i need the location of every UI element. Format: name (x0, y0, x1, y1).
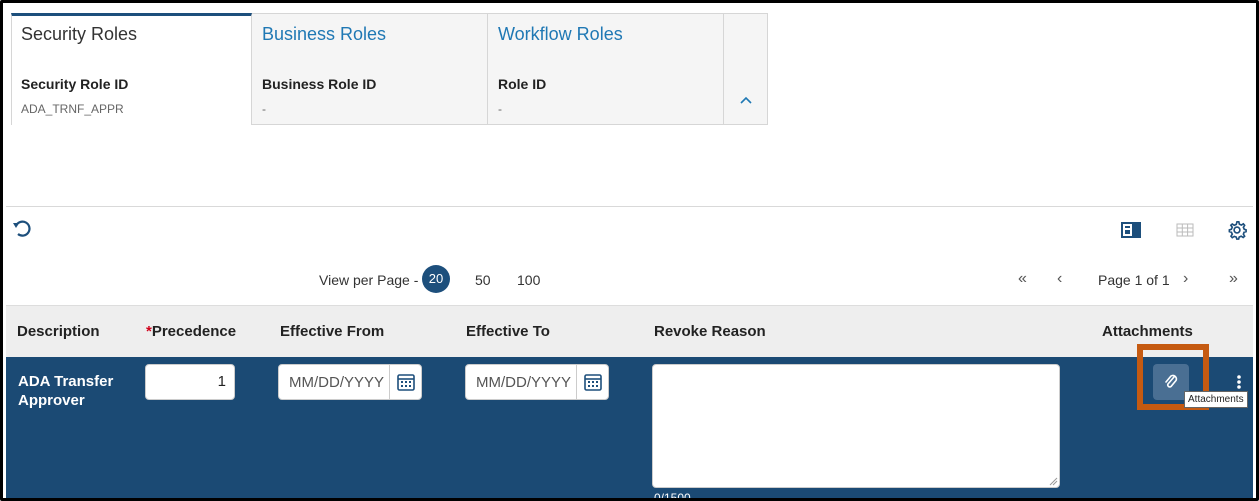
column-effective-from: Effective From (280, 323, 385, 340)
effective-from-calendar-button[interactable] (389, 365, 421, 399)
card-view-icon[interactable] (1120, 220, 1142, 240)
role-description: ADA Transfer Approver (18, 373, 114, 409)
grid-view-icon[interactable] (1174, 220, 1196, 240)
effective-to-calendar-button[interactable] (576, 365, 608, 399)
tab-title: Business Roles (262, 24, 387, 44)
column-precedence: *Precedence (146, 323, 236, 340)
calendar-icon (584, 374, 602, 391)
column-attachments: Attachments (1102, 323, 1193, 340)
page-indicator: Page 1 of 1 (1098, 272, 1170, 288)
table-header: Description *Precedence Effective From E… (6, 305, 1253, 357)
attachments-tooltip: Attachments (1184, 391, 1248, 408)
refresh-icon[interactable] (12, 218, 32, 238)
security-role-id-value: ADA_TRNF_APPR (21, 102, 124, 116)
resize-grip-icon[interactable] (1048, 476, 1058, 486)
column-precedence-label: Precedence (151, 323, 237, 340)
next-page-button[interactable]: › (1183, 270, 1188, 288)
page-size-100[interactable]: 100 (517, 272, 540, 288)
column-revoke-reason: Revoke Reason (654, 323, 766, 340)
column-description: Description (17, 323, 100, 340)
effective-from-field[interactable]: MM/DD/YYYY (278, 364, 422, 400)
role-id-label: Role ID (498, 76, 547, 92)
role-id-value: - (498, 102, 502, 116)
pager-bar: View per Page - 20 50 100 « ‹ Page 1 of … (6, 257, 1253, 305)
paperclip-icon (1165, 374, 1178, 388)
prev-page-button[interactable]: ‹ (1057, 270, 1062, 288)
effective-to-placeholder: MM/DD/YYYY (476, 374, 572, 391)
page-size-20[interactable]: 20 (422, 265, 450, 293)
gear-icon[interactable] (1226, 220, 1248, 240)
business-role-id-value: - (262, 102, 266, 116)
tab-workflow-roles[interactable]: Workflow Roles Role ID - (488, 13, 724, 125)
collapse-tabs-button[interactable] (724, 13, 768, 125)
page-size-50[interactable]: 50 (475, 272, 491, 288)
last-page-button[interactable]: » (1229, 270, 1238, 288)
calendar-icon (397, 374, 415, 391)
tab-title: Security Roles (21, 24, 138, 44)
view-per-page-label: View per Page - (319, 272, 419, 288)
kebab-icon[interactable] (1235, 374, 1243, 390)
role-tabs: Security Roles Security Role ID ADA_TRNF… (11, 13, 768, 125)
business-role-id-label: Business Role ID (262, 76, 377, 92)
chevron-up-icon (740, 96, 752, 104)
app-frame: Security Roles Security Role ID ADA_TRNF… (0, 0, 1259, 501)
tab-security-roles[interactable]: Security Roles Security Role ID ADA_TRNF… (11, 13, 252, 125)
security-role-id-label: Security Role ID (21, 76, 129, 92)
table-row[interactable]: ADA Transfer Approver 1 MM/DD/YYYY MM/DD… (6, 357, 1253, 501)
tab-business-roles[interactable]: Business Roles Business Role ID - (252, 13, 488, 125)
effective-from-placeholder: MM/DD/YYYY (289, 374, 385, 391)
effective-to-field[interactable]: MM/DD/YYYY (465, 364, 609, 400)
revoke-reason-textarea[interactable] (652, 364, 1060, 488)
column-effective-to: Effective To (466, 323, 550, 340)
first-page-button[interactable]: « (1018, 270, 1027, 288)
character-count: 0/1500 (654, 491, 691, 501)
tab-title: Workflow Roles (498, 24, 623, 44)
divider (6, 206, 1253, 207)
precedence-input[interactable]: 1 (145, 364, 235, 400)
